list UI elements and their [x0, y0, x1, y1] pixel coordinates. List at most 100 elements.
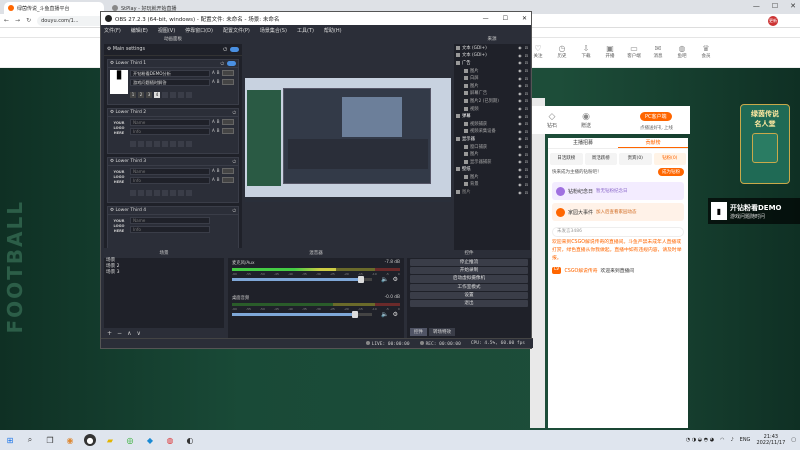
bold-icon[interactable]: B	[217, 70, 220, 77]
tab-recruit[interactable]: 主播招募	[548, 138, 618, 148]
exit-button[interactable]: 退出	[410, 299, 528, 308]
gear-icon[interactable]: ⚙	[110, 61, 114, 66]
visibility-eye-icon[interactable]: ◉	[518, 68, 522, 73]
slot-2-button[interactable]: 2	[138, 92, 144, 98]
slot-blank[interactable]	[186, 141, 192, 147]
color-picker[interactable]	[221, 177, 234, 183]
slot-blank[interactable]	[146, 190, 152, 196]
browser-profile-avatar[interactable]: 更新	[768, 16, 778, 26]
visibility-eye-icon[interactable]: ◉	[518, 152, 522, 157]
lower-third-logo[interactable]: YOUR LOGO HERE	[110, 217, 128, 241]
header-download[interactable]: ⇩ 下载	[576, 44, 596, 59]
source-item[interactable]: 白屏 ◉ ⊡	[454, 74, 530, 82]
visibility-eye-icon[interactable]: ◉	[518, 136, 522, 141]
slot-blank[interactable]	[146, 141, 152, 147]
visibility-eye-icon[interactable]: ◉	[518, 121, 522, 126]
bold-icon[interactable]: B	[217, 79, 220, 86]
visibility-eye-icon[interactable]: ◉	[518, 167, 522, 172]
start-recording-button[interactable]: 开始录制	[410, 267, 528, 275]
join-diamond-fan-button[interactable]: 成为钻粉	[658, 168, 684, 176]
lock-icon[interactable]: ⊡	[525, 83, 528, 88]
menu-tools[interactable]: 工具(T)	[297, 27, 314, 34]
gear-icon[interactable]: ⚙	[110, 110, 114, 115]
remove-icon[interactable]: −	[117, 330, 122, 337]
lower-third-line2-input[interactable]: Info	[130, 226, 210, 233]
slot-blank[interactable]	[130, 190, 136, 196]
slot-blank[interactable]	[138, 141, 144, 147]
toggle-switch[interactable]	[227, 60, 236, 66]
source-item[interactable]: 显示器捕获 ◉ ⊡	[454, 158, 530, 166]
volume-icon[interactable]: ♪	[730, 437, 733, 443]
source-item[interactable]: 背景 ◉ ⊡	[454, 181, 530, 189]
power-icon[interactable]: ⏻	[220, 61, 224, 67]
color-picker[interactable]	[221, 119, 234, 125]
font-icon[interactable]: A	[212, 177, 215, 184]
source-item[interactable]: 文本 (GDI+) ◉ ⊡	[454, 52, 530, 60]
lock-icon[interactable]: ⊡	[525, 182, 528, 187]
header-client[interactable]: ▭ 客户端	[624, 44, 644, 59]
header-fishbar[interactable]: ◍ 鱼吧	[672, 44, 692, 59]
visibility-eye-icon[interactable]: ◉	[518, 53, 522, 58]
slot-3-button[interactable]: 3	[146, 92, 152, 98]
lower-third-line1-input[interactable]: Name	[130, 168, 210, 175]
slot-blank[interactable]	[170, 190, 176, 196]
menu-file[interactable]: 文件(F)	[104, 27, 121, 34]
gift-diamond[interactable]: ◇ 钻石	[540, 112, 564, 129]
app-icon[interactable]: ◆	[144, 434, 156, 446]
notification-icon[interactable]: ▢	[791, 437, 796, 443]
lower-third-line2-input[interactable]: 游戏问题随时解答	[130, 79, 210, 86]
minimize-icon[interactable]: —	[483, 15, 489, 22]
slot-blank[interactable]	[162, 141, 168, 147]
visibility-eye-icon[interactable]: ◉	[518, 98, 522, 103]
slot-blank[interactable]	[154, 190, 160, 196]
slot-blank[interactable]	[178, 141, 184, 147]
visibility-eye-icon[interactable]: ◉	[518, 114, 522, 119]
start-virtual-camera-button[interactable]: 启动虚拟摄像机	[410, 275, 528, 283]
toggle-switch[interactable]	[230, 46, 239, 52]
lock-icon[interactable]: ⊡	[525, 159, 528, 164]
visibility-eye-icon[interactable]: ◉	[518, 129, 522, 134]
slot-blank[interactable]	[130, 141, 136, 147]
browser-tab-douyu[interactable]: 绿茵传说_斗鱼直播平台	[4, 2, 104, 14]
input-language[interactable]: ENG	[740, 437, 751, 443]
lock-icon[interactable]: ⊡	[525, 136, 528, 141]
source-item[interactable]: 图片2 (已到期) ◉ ⊡	[454, 97, 530, 105]
lower-third-line2-input[interactable]: Info	[130, 128, 210, 135]
color-picker[interactable]	[221, 168, 234, 174]
move-down-icon[interactable]: ∨	[136, 330, 140, 337]
slot-blank[interactable]	[162, 190, 168, 196]
slot-4-button[interactable]: 4	[154, 92, 160, 98]
task-view-icon[interactable]: ❐	[44, 434, 56, 446]
source-item[interactable]: 图片 ◉ ⊡	[454, 67, 530, 75]
slot-blank[interactable]	[162, 92, 168, 98]
slot-blank[interactable]	[178, 190, 184, 196]
color-picker[interactable]	[221, 128, 234, 134]
lock-icon[interactable]: ⊡	[525, 98, 528, 103]
visibility-eye-icon[interactable]: ◉	[518, 91, 522, 96]
lock-icon[interactable]: ⊡	[525, 106, 528, 111]
tray-icons[interactable]: ◔ ◑ ◒ ◓ ◕	[686, 437, 714, 443]
source-item[interactable]: 壁纸 ◉ ⊡	[454, 166, 530, 174]
visibility-eye-icon[interactable]: ◉	[518, 174, 522, 179]
network-icon[interactable]: ◠	[720, 437, 724, 443]
power-icon[interactable]: ⏻	[232, 159, 236, 165]
lock-icon[interactable]: ⊡	[525, 152, 528, 157]
power-icon[interactable]: ⏻	[232, 110, 236, 116]
bold-icon[interactable]: B	[217, 119, 220, 126]
windows-start-icon[interactable]: ⊞	[4, 434, 16, 446]
source-item[interactable]: 视频捕获 ◉ ⊡	[454, 120, 530, 128]
lower-third-line2-input[interactable]: Info	[130, 177, 210, 184]
menu-profile[interactable]: 配置文件(P)	[223, 27, 250, 34]
lock-icon[interactable]: ⊡	[525, 91, 528, 96]
visibility-eye-icon[interactable]: ◉	[518, 182, 522, 187]
lock-icon[interactable]: ⊡	[525, 129, 528, 134]
volume-slider[interactable]	[232, 311, 372, 318]
studio-mode-button[interactable]: 工作室模式	[410, 283, 528, 291]
slot-blank[interactable]	[170, 141, 176, 147]
lock-icon[interactable]: ⊡	[525, 53, 528, 58]
lock-icon[interactable]: ⊡	[525, 190, 528, 195]
netease-icon[interactable]: ◍	[164, 434, 176, 446]
menu-view[interactable]: 视图(V)	[158, 27, 175, 34]
bold-icon[interactable]: B	[217, 177, 220, 184]
tab-contribution[interactable]: 贡献榜	[618, 138, 688, 148]
